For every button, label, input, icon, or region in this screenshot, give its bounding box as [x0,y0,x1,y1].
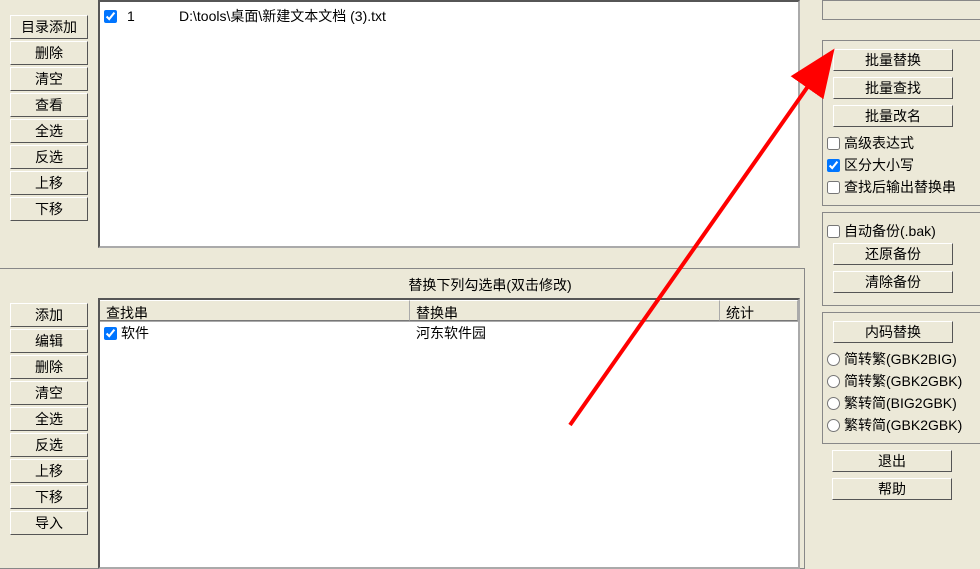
view-button[interactable]: 查看 [10,93,88,117]
replace-value: 河东软件园 [410,323,720,343]
invert-button[interactable]: 反选 [10,145,88,169]
invert-rule-button[interactable]: 反选 [10,433,88,457]
encoding-replace-button[interactable]: 内码替换 [833,321,953,343]
move-up-rule-button[interactable]: 上移 [10,459,88,483]
help-button[interactable]: 帮助 [832,478,952,500]
left-top-toolbar: 目录添加 删除 清空 查看 全选 反选 上移 下移 [10,15,88,223]
col-count[interactable]: 统计 [720,300,798,321]
restore-backup-button[interactable]: 还原备份 [833,243,953,265]
file-checkbox[interactable] [104,10,117,23]
case-label: 区分大小写 [844,155,914,175]
table-header: 查找串 替换串 统计 [100,300,798,322]
edit-button[interactable]: 编辑 [10,329,88,353]
delete-rule-button[interactable]: 删除 [10,355,88,379]
rule-checkbox[interactable] [104,327,117,340]
adv-expr-checkbox[interactable] [827,137,840,150]
output-checkbox[interactable] [827,181,840,194]
select-all-rule-button[interactable]: 全选 [10,407,88,431]
enc-label-1: 简转繁(GBK2BIG) [844,349,957,369]
add-dir-button[interactable]: 目录添加 [10,15,88,39]
clear-backup-button[interactable]: 清除备份 [833,271,953,293]
select-all-button[interactable]: 全选 [10,119,88,143]
file-row[interactable]: 1 D:\tools\桌面\新建文本文档 (3).txt [104,6,794,26]
col-replace[interactable]: 替换串 [410,300,720,321]
batch-replace-button[interactable]: 批量替换 [833,49,953,71]
clear-button[interactable]: 清空 [10,67,88,91]
delete-button[interactable]: 删除 [10,41,88,65]
adv-expr-label: 高级表达式 [844,133,914,153]
file-list[interactable]: 1 D:\tools\桌面\新建文本文档 (3).txt [98,0,800,248]
move-down-button[interactable]: 下移 [10,197,88,221]
case-checkbox[interactable] [827,159,840,172]
import-button[interactable]: 导入 [10,511,88,535]
add-button[interactable]: 添加 [10,303,88,327]
output-label: 查找后输出替换串 [844,177,956,197]
right-top-box [822,0,980,20]
encoding-group: 内码替换 简转繁(GBK2BIG) 简转繁(GBK2GBK) 繁转简(BIG2G… [822,312,980,444]
enc-label-3: 繁转简(BIG2GBK) [844,393,957,413]
batch-rename-button[interactable]: 批量改名 [833,105,953,127]
file-number: 1 [123,8,173,24]
table-row[interactable]: 软件 河东软件园 [100,322,798,344]
batch-group: 批量替换 批量查找 批量改名 高级表达式 区分大小写 查找后输出替换串 [822,40,980,206]
clear-rule-button[interactable]: 清空 [10,381,88,405]
backup-group: 自动备份(.bak) 还原备份 清除备份 [822,212,980,306]
right-panel: 批量替换 批量查找 批量改名 高级表达式 区分大小写 查找后输出替换串 自动备份… [822,0,980,506]
left-bottom-toolbar: 添加 编辑 删除 清空 全选 反选 上移 下移 导入 [10,303,88,537]
file-path: D:\tools\桌面\新建文本文档 (3).txt [179,6,386,26]
move-up-button[interactable]: 上移 [10,171,88,195]
enc-radio-1[interactable] [827,353,840,366]
enc-radio-4[interactable] [827,419,840,432]
search-value: 软件 [121,323,149,343]
move-down-rule-button[interactable]: 下移 [10,485,88,509]
batch-find-button[interactable]: 批量查找 [833,77,953,99]
auto-backup-label: 自动备份(.bak) [844,221,936,241]
enc-label-4: 繁转简(GBK2GBK) [844,415,962,435]
col-search[interactable]: 查找串 [100,300,410,321]
replace-section-title: 替换下列勾选串(双击修改) [404,275,575,295]
exit-button[interactable]: 退出 [832,450,952,472]
auto-backup-checkbox[interactable] [827,225,840,238]
enc-label-2: 简转繁(GBK2GBK) [844,371,962,391]
enc-radio-3[interactable] [827,397,840,410]
enc-radio-2[interactable] [827,375,840,388]
replace-table[interactable]: 查找串 替换串 统计 软件 河东软件园 [98,298,800,569]
